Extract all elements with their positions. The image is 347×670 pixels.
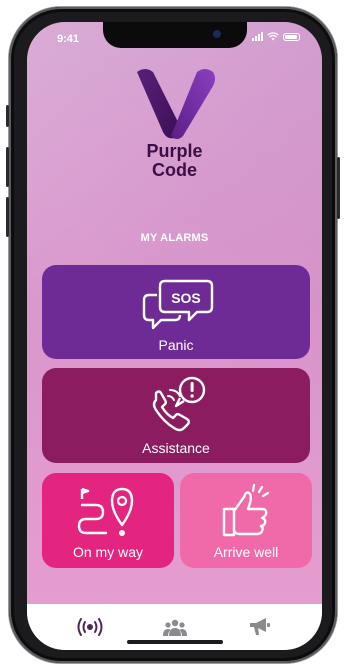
alarm-broadcast-icon bbox=[77, 618, 102, 636]
brand-name: Purple Code bbox=[27, 142, 322, 180]
section-title: MY ALARMS bbox=[140, 232, 209, 244]
assistance-label: Assistance bbox=[142, 440, 210, 456]
panic-label: Panic bbox=[158, 337, 194, 353]
route-icon bbox=[77, 487, 134, 536]
on-my-way-button[interactable]: On my way bbox=[42, 473, 174, 568]
assistance-button[interactable]: Assistance bbox=[42, 368, 310, 463]
status-time: 9:41 bbox=[57, 33, 80, 45]
notch bbox=[103, 22, 247, 48]
phone-alert-icon bbox=[152, 376, 206, 432]
home-indicator bbox=[127, 640, 223, 644]
power-button bbox=[337, 157, 340, 219]
app-screen: 9:41 Purple Code MY ALARMS SOS Panic Ass… bbox=[27, 22, 322, 650]
brand-line-1: Purple bbox=[146, 141, 203, 161]
wifi-icon bbox=[267, 32, 279, 41]
battery-icon bbox=[283, 32, 300, 41]
tab-groups[interactable] bbox=[155, 612, 195, 642]
brand-line-2: Code bbox=[152, 160, 197, 180]
on-my-way-label: On my way bbox=[72, 544, 143, 560]
volume-up-button bbox=[6, 147, 9, 187]
sos-text: SOS bbox=[171, 290, 201, 306]
arrive-well-button[interactable]: Arrive well bbox=[180, 473, 312, 568]
mute-switch bbox=[6, 105, 9, 127]
arrive-well-label: Arrive well bbox=[213, 544, 279, 560]
signal-icon bbox=[252, 32, 263, 41]
thumbs-up-icon bbox=[222, 483, 270, 537]
tab-alarms[interactable] bbox=[70, 612, 110, 642]
volume-down-button bbox=[6, 197, 9, 237]
panic-button[interactable]: SOS Panic bbox=[42, 265, 310, 359]
sos-chat-icon: SOS bbox=[142, 279, 214, 330]
group-icon bbox=[162, 619, 187, 636]
status-icons bbox=[252, 32, 300, 41]
purple-code-logo bbox=[137, 69, 215, 139]
megaphone-icon bbox=[249, 618, 270, 635]
camera bbox=[213, 30, 221, 38]
tab-announcements[interactable] bbox=[240, 612, 280, 642]
